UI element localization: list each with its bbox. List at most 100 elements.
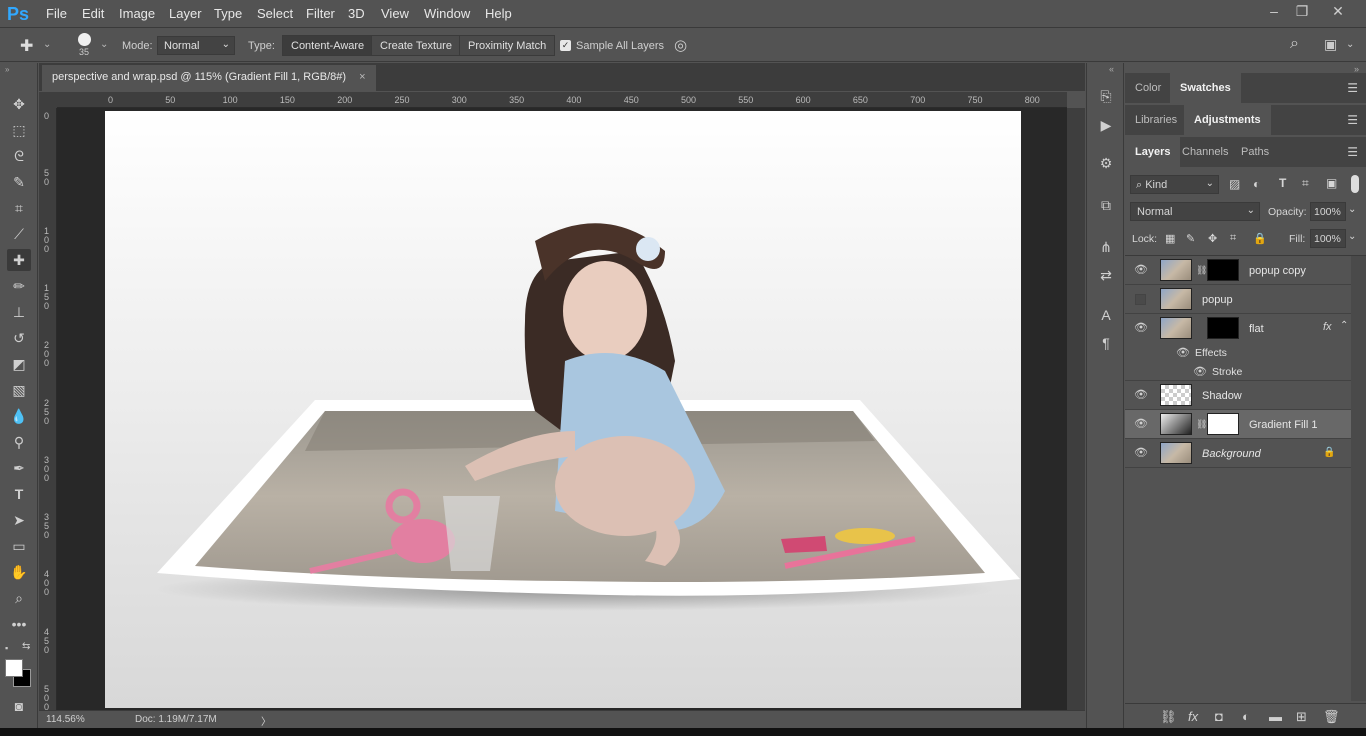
menu-type[interactable]: Type [214, 6, 242, 21]
eyedropper-tool-icon[interactable]: ⟋ [7, 223, 31, 245]
filter-kind-select[interactable]: ⌕ Kind ⌄ [1130, 175, 1219, 194]
lasso-tool-icon[interactable]: ᘓ [7, 145, 31, 167]
properties-panel-icon[interactable]: ⚙ [1096, 155, 1116, 175]
document-tab[interactable]: perspective and wrap.psd @ 115% (Gradien… [42, 65, 376, 91]
menu-window[interactable]: Window [424, 6, 470, 21]
tab-libraries[interactable]: Libraries [1125, 105, 1187, 135]
collapse-icon[interactable]: » [5, 65, 9, 74]
type-tool-icon[interactable]: T [7, 483, 31, 505]
history-panel-icon[interactable]: ⎘ [1096, 88, 1116, 108]
filter-adjustment-icon[interactable]: ◐ [1253, 177, 1260, 191]
search-icon[interactable]: ⌕ [1290, 35, 1299, 53]
layer-popup-copy[interactable]: 👁 ⛓ popup copy [1125, 256, 1351, 285]
eraser-tool-icon[interactable]: ◩ [7, 353, 31, 375]
layer-popup[interactable]: popup [1125, 285, 1351, 314]
restore-button[interactable]: ❐ [1292, 3, 1312, 20]
filter-pixel-icon[interactable]: ▨ [1229, 177, 1240, 191]
status-menu-arrow[interactable]: 〉 [261, 713, 271, 728]
paragraph-panel-icon[interactable]: ¶ [1096, 335, 1116, 355]
default-colors-icon[interactable]: ▪ [5, 643, 8, 653]
lock-artboard-icon[interactable]: ⌗ [1230, 232, 1236, 245]
new-layer-icon[interactable]: ⊞ [1296, 709, 1307, 725]
ruler-origin[interactable] [39, 92, 57, 108]
workspace-icon[interactable]: ▣ [1324, 36, 1337, 53]
filter-type-icon[interactable]: T [1279, 176, 1286, 190]
brush-preview-icon[interactable] [78, 33, 91, 46]
lock-position-icon[interactable]: ✥ [1208, 232, 1217, 245]
visibility-eye-icon[interactable]: 👁 [1134, 388, 1148, 402]
tool-preset-chevron-icon[interactable]: ⌄ [43, 39, 51, 50]
create-texture-button[interactable]: Create Texture [371, 35, 461, 56]
menu-help[interactable]: Help [485, 6, 512, 21]
hand-tool-icon[interactable]: ✋ [7, 561, 31, 583]
panel-menu-icon[interactable]: ☰ [1347, 81, 1358, 95]
brush-chevron-icon[interactable]: ⌄ [100, 39, 108, 50]
more-tools-icon[interactable]: ••• [7, 613, 31, 635]
layer-gradient-fill-1[interactable]: 👁 ⛓ Gradient Fill 1 [1125, 410, 1351, 439]
menu-file[interactable]: File [46, 6, 67, 21]
tab-adjustments[interactable]: Adjustments [1184, 105, 1271, 135]
glyphs-panel-icon[interactable]: ⧉ [1096, 197, 1116, 217]
zoom-tool-icon[interactable]: ⌕ [7, 587, 31, 609]
lock-pixels-icon[interactable]: ✎ [1186, 232, 1195, 245]
layer-mask-thumbnail[interactable] [1207, 259, 1239, 281]
effects-eye-icon[interactable]: 👁 [1176, 346, 1190, 360]
panel-menu-icon[interactable]: ☰ [1347, 113, 1358, 127]
fill-chevron-icon[interactable]: ⌄ [1348, 231, 1356, 242]
fx-badge[interactable]: fx [1323, 321, 1332, 333]
brush-tool-icon[interactable]: ✏ [7, 275, 31, 297]
swap-colors-icon[interactable]: ⇆ [22, 641, 30, 652]
menu-image[interactable]: Image [119, 6, 155, 21]
delete-layer-icon[interactable]: 🗑 [1323, 709, 1340, 725]
new-adjustment-icon[interactable]: ◐ [1242, 709, 1250, 724]
sample-all-layers-checkbox[interactable]: ✓ [560, 40, 571, 51]
pen-tool-icon[interactable]: ✒ [7, 457, 31, 479]
tab-swatches[interactable]: Swatches [1170, 73, 1241, 103]
menu-view[interactable]: View [381, 6, 409, 21]
history-brush-tool-icon[interactable]: ↺ [7, 327, 31, 349]
filter-shape-icon[interactable]: ⌗ [1302, 176, 1309, 191]
dodge-tool-icon[interactable]: ⚲ [7, 431, 31, 453]
tab-color[interactable]: Color [1125, 73, 1171, 103]
visibility-eye-icon[interactable]: 👁 [1134, 321, 1148, 335]
opacity-input[interactable]: 100% [1310, 202, 1346, 221]
lock-transparent-icon[interactable]: ▦ [1165, 232, 1175, 245]
move-tool-icon[interactable]: ✥ [7, 93, 31, 115]
healing-brush-tool-icon[interactable]: ✚ [20, 36, 33, 56]
panel-menu-icon[interactable]: ☰ [1347, 145, 1358, 159]
filter-smart-object-icon[interactable]: ▣ [1326, 176, 1337, 190]
vertical-scrollbar[interactable] [1067, 108, 1085, 710]
fill-input[interactable]: 100% [1310, 229, 1346, 248]
brushes-panel-icon[interactable]: ⋔ [1096, 239, 1116, 259]
layer-flat[interactable]: 👁 flat fx ⌃ 👁 Effects 👁 Stroke [1125, 314, 1351, 381]
content-aware-button[interactable]: Content-Aware [282, 35, 374, 56]
path-select-tool-icon[interactable]: ➤ [7, 509, 31, 531]
menu-select[interactable]: Select [257, 6, 293, 21]
link-icon[interactable]: ⛓ [1196, 265, 1207, 276]
add-mask-icon[interactable]: ◘ [1215, 709, 1223, 724]
stroke-eye-icon[interactable]: 👁 [1193, 365, 1207, 379]
expand-panels-icon[interactable]: « [1109, 64, 1114, 74]
filter-toggle[interactable] [1351, 175, 1359, 193]
lock-all-icon[interactable]: 🔒 [1253, 232, 1267, 245]
horizontal-ruler[interactable]: 0 50 100 150 200 250 300 350 400 450 500 550 600 650 7… [57, 92, 1067, 108]
gradient-tool-icon[interactable]: ▧ [7, 379, 31, 401]
workspace-chevron-icon[interactable]: ⌄ [1346, 39, 1354, 50]
layer-background[interactable]: 👁 Background 🔒 [1125, 439, 1351, 468]
healing-brush-tool-icon[interactable]: ✚ [7, 249, 31, 271]
actions-panel-icon[interactable]: ▶ [1096, 117, 1116, 137]
document-canvas[interactable] [105, 111, 1021, 708]
proximity-match-button[interactable]: Proximity Match [459, 35, 556, 56]
visibility-off-box[interactable] [1135, 294, 1146, 305]
tab-paths[interactable]: Paths [1231, 137, 1279, 167]
new-group-icon[interactable]: ▬ [1269, 709, 1282, 724]
link-icon[interactable]: ⛓ [1196, 419, 1207, 430]
visibility-eye-icon[interactable]: 👁 [1134, 263, 1148, 277]
opacity-chevron-icon[interactable]: ⌄ [1348, 204, 1356, 215]
collapse-effects-icon[interactable]: ⌃ [1340, 320, 1348, 331]
stamp-tool-icon[interactable]: ⊥ [7, 301, 31, 323]
close-window-button[interactable]: ✕ [1328, 3, 1348, 20]
adjust-panel-icon[interactable]: ⇄ [1096, 267, 1116, 287]
menu-filter[interactable]: Filter [306, 6, 335, 21]
layers-scrollbar[interactable] [1351, 256, 1366, 701]
